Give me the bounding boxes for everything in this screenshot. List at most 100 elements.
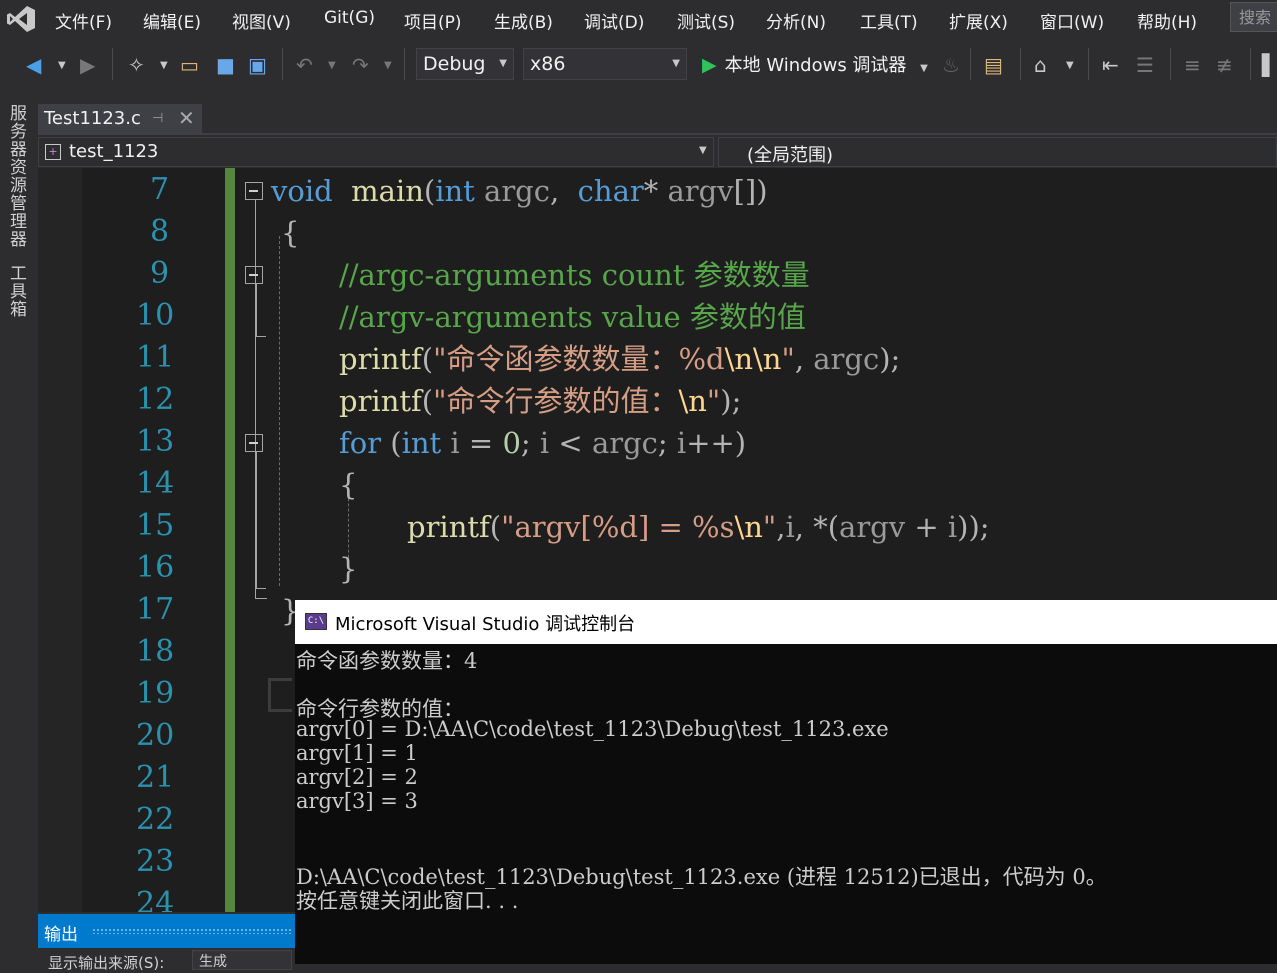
code-token: argc xyxy=(474,174,550,208)
configuration-select[interactable]: Debug ▼ xyxy=(416,48,514,80)
play-icon: ▶ xyxy=(702,54,717,76)
dropdown-arrow-icon[interactable]: ▼ xyxy=(58,60,66,71)
dropdown-arrow-icon[interactable]: ▼ xyxy=(920,63,928,74)
menu-item[interactable]: 窗口(W) xyxy=(1040,8,1104,33)
menu-bar: 文件(F) 编辑(E) 视图(V) Git(G) 项目(P) 生成(B) 调试(D) 测试(S… xyxy=(0,0,1277,38)
document-tab[interactable]: Test1123.c ⊣ ✕ xyxy=(38,104,202,134)
back-icon[interactable]: ◀ xyxy=(26,53,41,77)
code-line: //argc-arguments count 参数数量 xyxy=(339,254,810,296)
menu-item[interactable]: 测试(S) xyxy=(677,8,735,33)
tab-strip-rule xyxy=(38,133,1277,135)
line-number: 9 xyxy=(150,256,170,291)
menu-item[interactable]: 分析(N) xyxy=(766,8,826,33)
menu-item[interactable]: 编辑(E) xyxy=(143,8,201,33)
code-token: ( xyxy=(489,510,502,544)
console-line: argv[3] = 3 xyxy=(296,789,418,813)
outline-line xyxy=(256,336,266,337)
line-number: 20 xyxy=(136,718,175,753)
code-token: " xyxy=(706,384,721,418)
menu-item[interactable]: 文件(F) xyxy=(55,8,112,33)
comment-icon[interactable]: ≡ xyxy=(1184,53,1201,77)
code-token: argc xyxy=(591,426,658,460)
project-dropdown[interactable]: + test_1123 ▼ xyxy=(38,137,714,167)
save-icon[interactable]: ■ xyxy=(216,53,235,77)
menu-item[interactable]: 生成(B) xyxy=(494,8,553,33)
menu-item[interactable]: 视图(V) xyxy=(232,8,291,33)
code-token: argv xyxy=(667,174,734,208)
server-explorer-tab[interactable]: 服务器资源管理器 xyxy=(4,104,29,248)
menu-item[interactable]: Git(G) xyxy=(324,8,375,28)
find-in-files-icon[interactable]: ▤ xyxy=(984,53,1003,77)
code-token: ; xyxy=(520,426,540,460)
browser-icon[interactable]: ⌂ xyxy=(1034,53,1047,77)
menu-item[interactable]: 调试(D) xyxy=(584,8,644,33)
code-token: main xyxy=(351,174,424,208)
collapse-icon[interactable] xyxy=(245,434,263,452)
toolbar-separator xyxy=(1088,48,1089,80)
code-line: printf("命令函参数数量：%d\n\n", argc); xyxy=(339,338,900,380)
output-panel-header[interactable]: 输出 xyxy=(38,914,295,948)
menu-item[interactable]: 帮助(H) xyxy=(1137,8,1197,33)
save-all-icon[interactable]: ▣ xyxy=(248,53,267,77)
code-token: , xyxy=(794,342,814,376)
redo-icon[interactable]: ↷ xyxy=(352,53,369,77)
code-token: 0 xyxy=(502,426,521,460)
console-line: argv[2] = 2 xyxy=(296,765,418,789)
output-panel-title: 输出 xyxy=(44,925,78,945)
menu-item[interactable]: 工具(T) xyxy=(860,8,918,33)
scope-dropdown[interactable]: (全局范围) xyxy=(718,137,1277,167)
code-token: "argv[%d] = %s xyxy=(501,510,735,544)
drag-grip[interactable] xyxy=(92,928,292,934)
scope-dropdown-value: (全局范围) xyxy=(747,145,834,166)
code-token: ( xyxy=(423,174,436,208)
debug-console-window[interactable]: C:\ Microsoft Visual Studio 调试控制台 命令函参数数… xyxy=(295,600,1277,964)
chevron-down-icon: ▼ xyxy=(672,58,680,69)
dropdown-arrow-icon[interactable]: ▼ xyxy=(384,60,392,71)
code-line: { xyxy=(281,212,299,254)
code-token: //argv-arguments value 参数的值 xyxy=(339,300,806,334)
code-line: void main(int argc, char* argv[]) xyxy=(271,170,768,212)
more-icon[interactable]: ▌ xyxy=(1262,53,1277,77)
pin-icon[interactable]: ⊣ xyxy=(152,111,163,126)
uncomment-icon[interactable]: ≢ xyxy=(1216,53,1233,77)
code-token: i xyxy=(947,510,958,544)
line-number: 12 xyxy=(136,382,175,417)
line-number: 17 xyxy=(136,592,175,627)
outline-line xyxy=(256,588,266,589)
dropdown-arrow-icon[interactable]: ▼ xyxy=(328,60,336,71)
forward-icon[interactable]: ▶ xyxy=(80,53,95,77)
code-token: ); xyxy=(720,384,742,418)
collapse-icon[interactable] xyxy=(245,266,263,284)
code-token: "命令行参数的值： xyxy=(433,384,679,418)
new-project-icon[interactable]: ✧ xyxy=(128,53,145,77)
code-token: " xyxy=(781,342,795,376)
line-number: 23 xyxy=(136,844,175,879)
code-token: int xyxy=(401,426,442,460)
code-token: ; xyxy=(657,426,677,460)
console-title-bar[interactable]: C:\ Microsoft Visual Studio 调试控制台 xyxy=(295,600,1277,644)
code-token: " xyxy=(762,510,777,544)
flame-icon[interactable]: ♨ xyxy=(942,53,960,77)
line-number: 18 xyxy=(136,634,175,669)
toolbox-tab[interactable]: 工具箱 xyxy=(4,264,29,318)
collapse-icon[interactable] xyxy=(245,182,263,200)
search-box[interactable]: 搜索 xyxy=(1230,2,1277,32)
menu-item[interactable]: 扩展(X) xyxy=(949,8,1008,33)
line-number: 24 xyxy=(136,886,175,912)
output-source-select[interactable]: 生成 xyxy=(192,950,292,970)
dropdown-arrow-icon[interactable]: ▼ xyxy=(160,60,168,71)
project-icon: + xyxy=(45,144,61,160)
outline-line xyxy=(255,598,267,599)
undo-icon[interactable]: ↶ xyxy=(296,53,313,77)
open-folder-icon[interactable]: ▭ xyxy=(180,53,199,77)
code-token: "命令函参数数量：%d xyxy=(433,342,725,376)
menu-item[interactable]: 项目(P) xyxy=(404,8,462,33)
bookmark-icon[interactable]: ☰ xyxy=(1136,53,1154,77)
step-icon[interactable]: ⇤ xyxy=(1102,53,1119,77)
platform-select[interactable]: x86 ▼ xyxy=(523,48,687,80)
close-icon[interactable]: ✕ xyxy=(178,106,195,130)
line-number: 14 xyxy=(136,466,175,501)
line-number: 21 xyxy=(136,760,175,795)
dropdown-arrow-icon[interactable]: ▼ xyxy=(1066,60,1074,71)
start-debugging-button[interactable]: ▶ 本地 Windows 调试器 ▼ xyxy=(702,50,928,80)
